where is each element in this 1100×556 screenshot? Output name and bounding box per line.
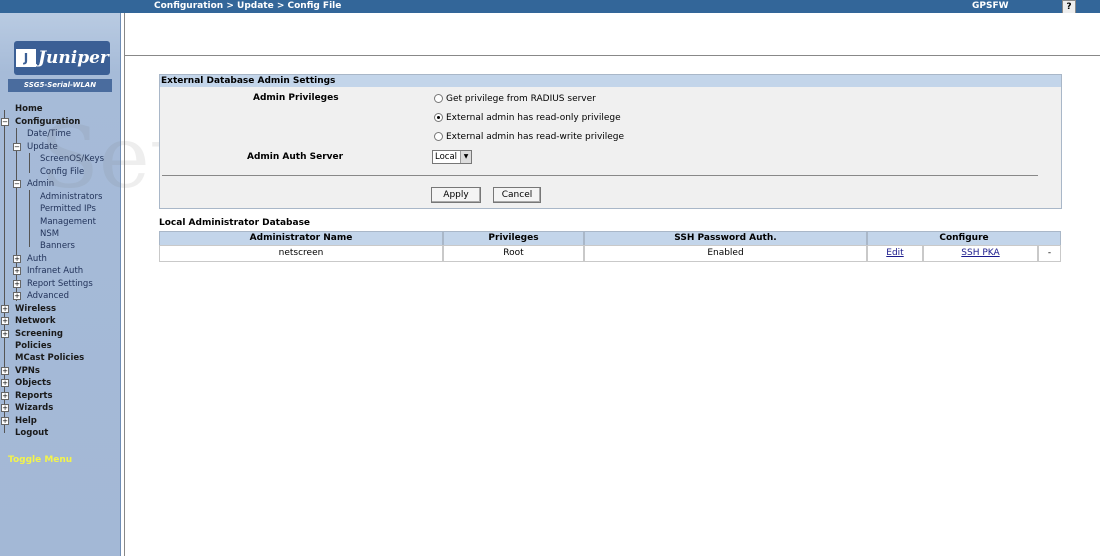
toggle-menu-link[interactable]: Toggle Menu	[8, 455, 72, 465]
sidebar-item-objects[interactable]: Objects	[15, 378, 51, 389]
chevron-down-icon[interactable]: ▼	[460, 151, 471, 163]
sidebar-item-date-time[interactable]: Date/Time	[27, 129, 71, 140]
radio-label: External admin has read-only privilege	[446, 113, 621, 123]
tree-line	[29, 153, 30, 173]
tree-line	[16, 128, 17, 301]
sidebar-item-banners[interactable]: Banners	[40, 241, 75, 252]
column-header-admin-name: Administrator Name	[159, 231, 443, 246]
sidebar-item-reports[interactable]: Reports	[15, 391, 53, 402]
sidebar-item-permitted-ips[interactable]: Permitted IPs	[40, 204, 96, 215]
cell-admin-name: netscreen	[159, 245, 443, 262]
radio-button[interactable]	[434, 132, 443, 141]
radio-label: External admin has read-write privilege	[446, 132, 625, 142]
breadcrumb: Configuration > Update > Config File	[154, 1, 342, 11]
sidebar-item-admin[interactable]: Admin	[27, 179, 54, 190]
collapse-icon[interactable]: −	[13, 143, 21, 151]
sidebar-item-help[interactable]: Help	[15, 416, 37, 427]
sidebar: J Juniper SSG5-Serial-WLAN Home − Config…	[0, 13, 121, 556]
device-name: GPSFW	[972, 1, 1009, 11]
admin-privileges-label: Admin Privileges	[253, 93, 339, 103]
cancel-button[interactable]: Cancel	[493, 187, 541, 203]
sidebar-item-config-file[interactable]: Config File	[40, 167, 84, 178]
edit-link[interactable]: Edit	[886, 248, 903, 258]
expand-icon[interactable]: +	[13, 280, 21, 288]
column-header-configure: Configure	[867, 231, 1061, 246]
expand-icon[interactable]: +	[1, 417, 9, 425]
collapse-icon[interactable]: −	[13, 180, 21, 188]
remove-placeholder: -	[1047, 248, 1052, 258]
sidebar-item-management[interactable]: Management	[40, 217, 96, 228]
sidebar-item-logout[interactable]: Logout	[15, 428, 48, 439]
sidebar-item-network[interactable]: Network	[15, 316, 55, 327]
expand-icon[interactable]: +	[1, 317, 9, 325]
column-header-privileges: Privileges	[443, 231, 584, 246]
sidebar-item-nsm[interactable]: NSM	[40, 229, 59, 240]
sidebar-item-vpns[interactable]: VPNs	[15, 366, 40, 377]
sidebar-item-administrators[interactable]: Administrators	[40, 192, 102, 203]
expand-icon[interactable]: +	[1, 330, 9, 338]
collapse-icon[interactable]: −	[1, 118, 9, 126]
radio-button[interactable]	[434, 94, 443, 103]
help-button[interactable]: ?	[1062, 0, 1076, 14]
external-db-title: External Database Admin Settings	[160, 75, 1061, 87]
column-header-ssh-auth: SSH Password Auth.	[584, 231, 867, 246]
cell-privileges: Root	[443, 245, 584, 262]
expand-icon[interactable]: +	[1, 379, 9, 387]
select-value: Local	[435, 152, 458, 162]
radio-read-write-privilege[interactable]: External admin has read-write privilege	[434, 132, 624, 142]
sidebar-item-update[interactable]: Update	[27, 142, 58, 153]
sidebar-item-wizards[interactable]: Wizards	[15, 403, 53, 414]
divider	[162, 175, 1038, 176]
local-admin-db-title: Local Administrator Database	[159, 218, 311, 228]
expand-icon[interactable]: +	[13, 255, 21, 263]
juniper-logo-text: Juniper	[38, 48, 109, 68]
sidebar-item-auth[interactable]: Auth	[27, 254, 47, 265]
expand-icon[interactable]: +	[1, 305, 9, 313]
sidebar-item-report-settings[interactable]: Report Settings	[27, 279, 93, 290]
apply-button[interactable]: Apply	[431, 187, 481, 203]
sidebar-item-screenos-keys[interactable]: ScreenOS/Keys	[40, 154, 104, 165]
expand-icon[interactable]: +	[13, 292, 21, 300]
radio-radius-privilege[interactable]: Get privilege from RADIUS server	[434, 94, 596, 104]
radio-button-selected[interactable]	[434, 113, 443, 122]
top-bar: Configuration > Update > Config File GPS…	[0, 0, 1100, 14]
tree-line	[29, 190, 30, 247]
sidebar-item-advanced[interactable]: Advanced	[27, 291, 69, 302]
sidebar-item-screening[interactable]: Screening	[15, 329, 63, 340]
radio-label: Get privilege from RADIUS server	[446, 94, 596, 104]
cell-ssh-pka: SSH PKA	[923, 245, 1038, 262]
expand-icon[interactable]: +	[1, 367, 9, 375]
sidebar-item-home[interactable]: Home	[15, 104, 43, 115]
cell-remove: -	[1038, 245, 1061, 262]
sidebar-item-infranet-auth[interactable]: Infranet Auth	[27, 266, 83, 277]
sidebar-item-mcast-policies[interactable]: MCast Policies	[15, 353, 84, 364]
cell-ssh-auth: Enabled	[584, 245, 867, 262]
juniper-logo-mark: J	[16, 49, 36, 67]
sidebar-item-policies[interactable]: Policies	[15, 341, 52, 352]
juniper-logo[interactable]: J Juniper	[14, 41, 110, 75]
admin-auth-server-select[interactable]: Local ▼	[432, 150, 472, 164]
device-model: SSG5-Serial-WLAN	[8, 79, 112, 92]
expand-icon[interactable]: +	[1, 392, 9, 400]
radio-read-only-privilege[interactable]: External admin has read-only privilege	[434, 113, 621, 123]
content-header-frame	[124, 13, 1100, 56]
ssh-pka-link[interactable]: SSH PKA	[961, 248, 999, 258]
sidebar-item-wireless[interactable]: Wireless	[15, 304, 56, 315]
cell-edit: Edit	[867, 245, 923, 262]
sidebar-item-configuration[interactable]: Configuration	[15, 117, 80, 128]
expand-icon[interactable]: +	[13, 267, 21, 275]
expand-icon[interactable]: +	[1, 404, 9, 412]
admin-auth-server-label: Admin Auth Server	[247, 152, 344, 162]
